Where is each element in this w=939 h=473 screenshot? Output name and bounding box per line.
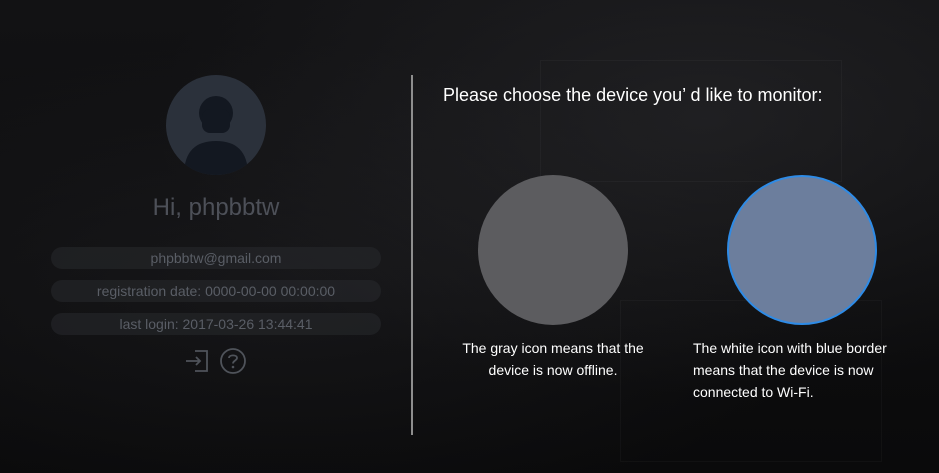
logout-icon xyxy=(186,350,208,372)
email: phpbbtw@gmail.com xyxy=(51,247,381,269)
background-decoration xyxy=(540,60,842,182)
last-login: last login: 2017-03-26 13:44:41 xyxy=(51,313,381,335)
vertical-divider xyxy=(411,75,413,435)
greeting: Hi, phpbbtw xyxy=(152,194,280,221)
question-mark-icon xyxy=(220,348,246,374)
logout-button[interactable] xyxy=(184,347,212,380)
user-silhouette-icon xyxy=(184,96,248,175)
connected-device-icon[interactable] xyxy=(727,175,877,325)
help-button[interactable] xyxy=(219,347,247,380)
offline-caption: The gray icon means that the device is n… xyxy=(462,340,644,378)
device-prompt: Please choose the device you’ d like to … xyxy=(443,85,823,105)
avatar xyxy=(166,75,266,175)
registration-date: registration date: 0000-00-00 00:00:00 xyxy=(51,280,381,302)
connected-caption: The white icon with blue border means th… xyxy=(693,340,887,400)
offline-device-icon[interactable] xyxy=(478,175,628,325)
